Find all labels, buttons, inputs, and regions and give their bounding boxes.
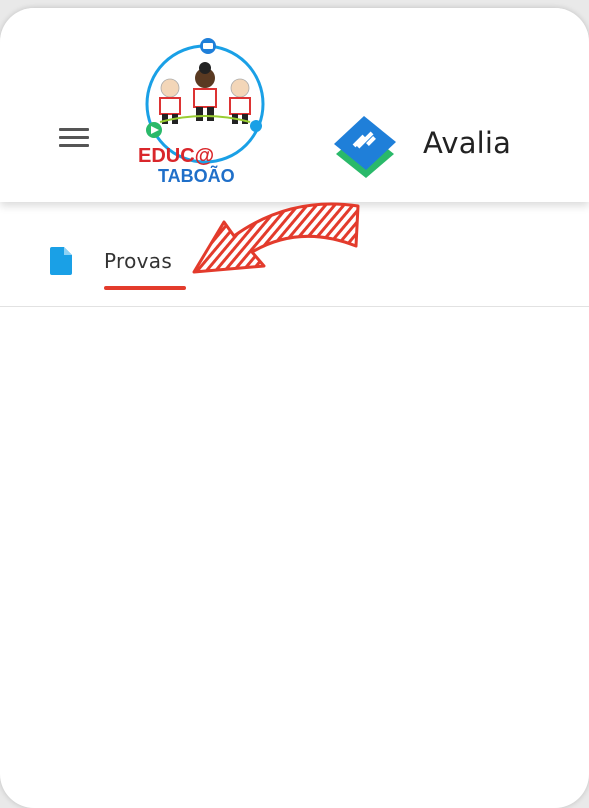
educa-taboao-logo: EDUC@ TABOÃO <box>138 38 265 186</box>
document-icon <box>50 247 72 275</box>
nav-list: Provas <box>0 202 589 307</box>
annotation-underline <box>104 286 186 290</box>
menu-line <box>59 136 89 139</box>
avalia-logo-icon <box>334 116 396 178</box>
nav-item-label: Provas <box>104 249 173 273</box>
menu-line <box>59 128 89 131</box>
annotation-arrow-icon <box>192 202 360 274</box>
logo-text-line2: TABOÃO <box>158 165 235 186</box>
logo-text-line1: EDUC@ <box>138 145 214 167</box>
app-header: EDUC@ TABOÃO Avalia <box>0 8 589 202</box>
nav-item-provas[interactable]: Provas <box>50 244 172 278</box>
app-title: Avalia <box>423 126 512 160</box>
menu-line <box>59 144 89 147</box>
hamburger-menu-button[interactable] <box>57 125 93 151</box>
phone-frame: EDUC@ TABOÃO Avalia Provas <box>0 8 589 808</box>
